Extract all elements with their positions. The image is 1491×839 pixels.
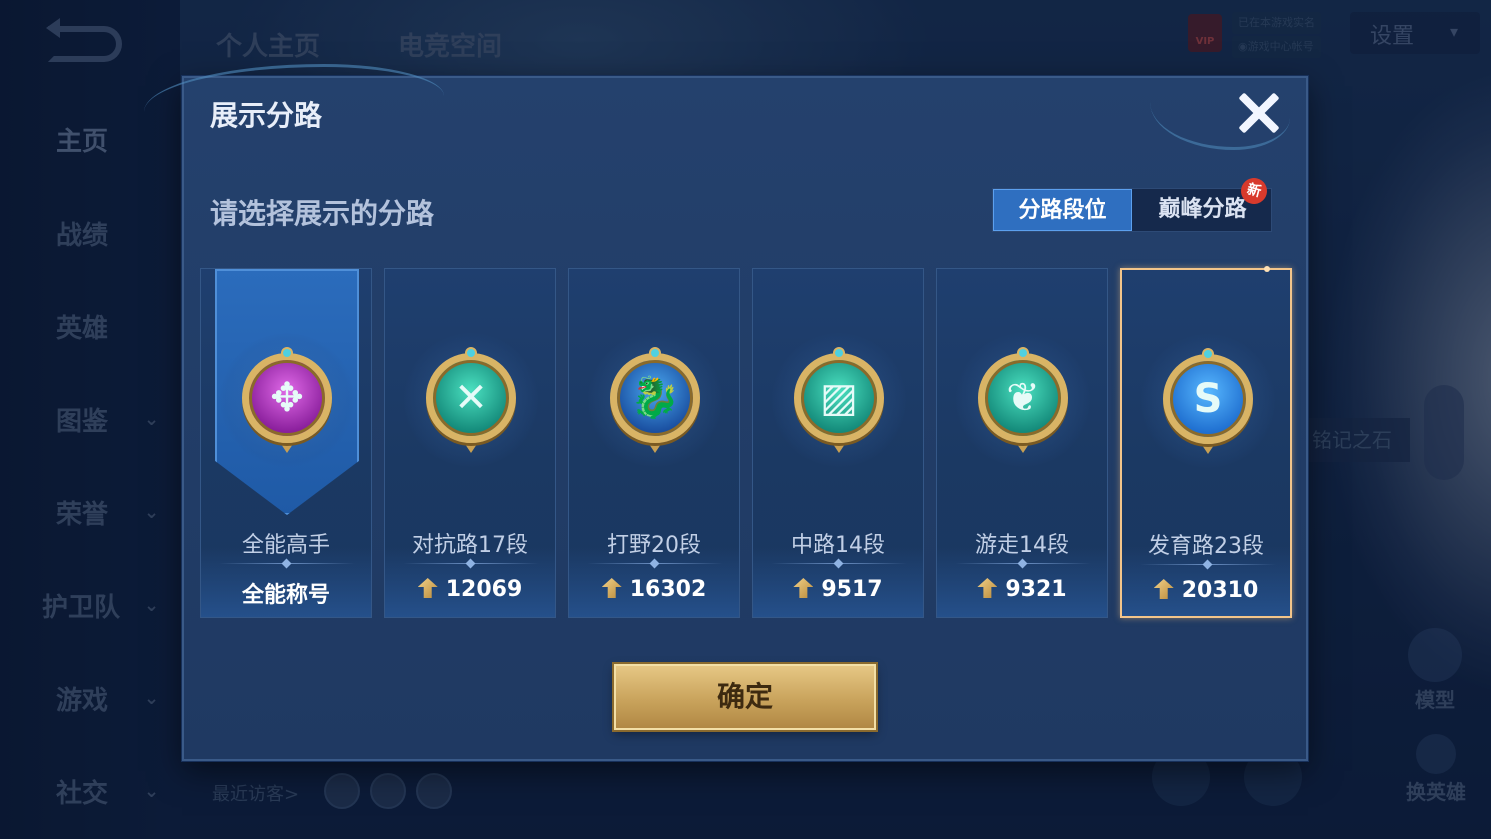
close-icon[interactable] xyxy=(1236,90,1282,136)
mid-lane-icon: ▨ xyxy=(794,353,884,443)
badge-glyph: S xyxy=(1193,376,1223,422)
lane-badge: ❦ xyxy=(956,333,1090,467)
badge-glyph: ▨ xyxy=(820,375,858,421)
lane-score: 9517 xyxy=(753,577,923,602)
confirm-button[interactable]: 确定 xyxy=(614,664,876,730)
lane-card[interactable]: ✕ 对抗路17段 12069 xyxy=(384,268,556,618)
lane-type-toggle: 分路段位 巅峰分路 xyxy=(992,188,1272,232)
lane-card[interactable]: ▨ 中路14段 9517 xyxy=(752,268,924,618)
tab-lane-rank[interactable]: 分路段位 xyxy=(993,189,1132,231)
lane-score-value: 全能称号 xyxy=(241,583,330,608)
lane-score: 16302 xyxy=(569,577,739,602)
card-divider xyxy=(403,563,539,564)
dialog-title: 展示分路 xyxy=(210,99,323,132)
lane-badge: ▨ xyxy=(772,333,906,467)
lane-score: 全能称号 xyxy=(201,577,371,609)
lane-score-value: 9321 xyxy=(1005,577,1067,602)
lane-name: 发育路23段 xyxy=(1148,534,1264,559)
lane-score-value: 12069 xyxy=(445,577,523,602)
badge-gem xyxy=(281,347,293,359)
badge-gem xyxy=(1017,347,1029,359)
lane-badge: ✥ xyxy=(220,333,354,467)
badge-glyph: ❦ xyxy=(1006,375,1040,421)
badge-glyph: ✕ xyxy=(454,375,488,421)
lane-card[interactable]: ✥ 全能高手全能称号 xyxy=(200,268,372,618)
lane-name: 对抗路17段 xyxy=(412,533,528,558)
rank-points-icon xyxy=(1153,579,1174,599)
lane-card[interactable]: ❦ 游走14段 9321 xyxy=(936,268,1108,618)
badge-gem xyxy=(465,347,477,359)
lane-score: 12069 xyxy=(385,577,555,602)
card-divider xyxy=(955,563,1091,564)
lane-score-value: 16302 xyxy=(629,577,707,602)
lane-badge: ✕ xyxy=(404,333,538,467)
all-round-icon: ✥ xyxy=(242,353,332,443)
lane-score: 20310 xyxy=(1122,578,1290,603)
rank-points-icon xyxy=(793,578,814,598)
dialog-prompt: 请选择展示的分路 xyxy=(210,197,435,230)
rank-points-icon xyxy=(977,578,998,598)
roam-icon: ❦ xyxy=(978,353,1068,443)
card-divider xyxy=(587,563,723,564)
jungle-icon: 🐉 xyxy=(610,353,700,443)
lane-name: 全能高手 xyxy=(241,533,330,558)
badge-gem xyxy=(649,347,661,359)
lane-name: 打野20段 xyxy=(607,533,701,558)
lane-badge: S xyxy=(1141,334,1275,468)
clash-lane-icon: ✕ xyxy=(426,353,516,443)
rank-points-icon xyxy=(601,578,622,598)
badge-gem xyxy=(833,347,845,359)
farm-lane-icon: S xyxy=(1163,354,1253,444)
lane-score-value: 20310 xyxy=(1181,578,1259,603)
badge-glyph: 🐉 xyxy=(630,375,680,421)
rank-points-icon xyxy=(417,578,438,598)
lane-card[interactable]: 🐉 打野20段 16302 xyxy=(568,268,740,618)
card-divider xyxy=(219,563,355,564)
card-divider xyxy=(771,563,907,564)
lane-card[interactable]: S 发育路23段 20310 xyxy=(1120,266,1292,618)
card-divider xyxy=(1140,564,1276,565)
lane-badge: 🐉 xyxy=(588,333,722,467)
lane-score: 9321 xyxy=(937,577,1107,602)
lane-name: 游走14段 xyxy=(975,533,1069,558)
badge-gem xyxy=(1202,348,1214,360)
lane-name: 中路14段 xyxy=(791,533,885,558)
badge-glyph: ✥ xyxy=(270,375,304,421)
lane-score-value: 9517 xyxy=(821,577,883,602)
